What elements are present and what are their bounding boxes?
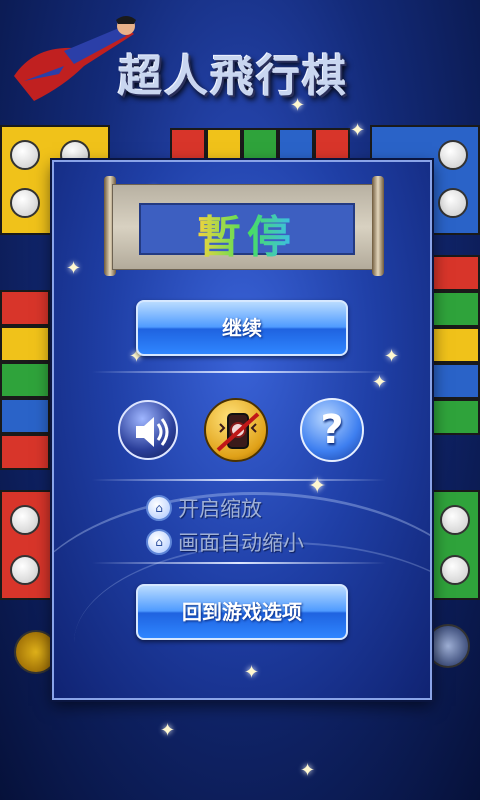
board-tile (170, 128, 206, 160)
board-slot (10, 188, 40, 218)
board-slot (438, 140, 468, 170)
sparkle-icon: ✦ (290, 95, 306, 116)
board-slot (440, 555, 470, 585)
option-zoom[interactable]: ⌂ 开启缩放 (146, 492, 262, 524)
sparkle-icon: ✦ (244, 662, 260, 683)
resume-button[interactable]: 继续 (136, 300, 348, 356)
game-title: 超人飛行棋 (118, 51, 348, 102)
board-tile (430, 291, 480, 327)
divider (92, 562, 386, 564)
board-slot (10, 140, 40, 170)
board-tile (0, 434, 50, 470)
sound-toggle-button[interactable] (118, 400, 178, 460)
sparkle-icon: ✦ (372, 372, 388, 393)
scroll-rod-right (372, 176, 384, 276)
option-toggle-icon: ⌂ (146, 529, 172, 555)
scroll-paper: 暫停 (112, 184, 378, 270)
question-mark-icon: ? (320, 407, 344, 453)
board-tile (206, 128, 242, 160)
pause-title-scroll: 暫停 (104, 176, 384, 276)
pause-dialog: ✦ ✦ ✦ ✦ ✦ ✦ ✦ ✦ 暫停 继续 ? (52, 160, 432, 700)
divider (92, 371, 386, 373)
board-tile (0, 326, 50, 362)
board-tile (242, 128, 278, 160)
speaker-icon (136, 417, 169, 447)
sparkle-icon: ✦ (300, 760, 316, 781)
board-piece (426, 624, 470, 668)
back-to-game-options-button[interactable]: 回到游戏选项 (136, 584, 348, 640)
board-tile (0, 398, 50, 434)
board-tile (430, 363, 480, 399)
board-slot (438, 188, 468, 218)
option-toggle-icon: ⌂ (146, 495, 172, 521)
sparkle-icon: ✦ (350, 120, 366, 141)
sparkle-icon: ✦ (308, 474, 327, 499)
sparkle-icon: ✦ (384, 346, 400, 367)
option-label: 开启缩放 (178, 497, 262, 521)
board-tile (0, 362, 50, 398)
vibrate-phone-icon (216, 412, 260, 452)
board-slot (440, 505, 470, 535)
scroll-title-frame: 暫停 (139, 203, 355, 263)
board-tile (278, 128, 314, 160)
board-tile (314, 128, 350, 160)
option-auto-shrink[interactable]: ⌂ 画面自动缩小 (146, 526, 304, 558)
help-button[interactable]: ? (300, 398, 364, 462)
divider (92, 479, 386, 481)
vibrate-toggle-button[interactable] (204, 398, 268, 462)
pause-title: 暫停 (141, 201, 353, 265)
board-tile (430, 327, 480, 363)
board-tile (430, 399, 480, 435)
board-tile (0, 290, 50, 326)
board-slot (10, 505, 40, 535)
board-slot (10, 555, 40, 585)
option-label: 画面自动缩小 (178, 531, 304, 555)
sparkle-icon: ✦ (160, 720, 176, 741)
board-tile (430, 255, 480, 291)
sparkle-icon: ✦ (66, 258, 82, 279)
